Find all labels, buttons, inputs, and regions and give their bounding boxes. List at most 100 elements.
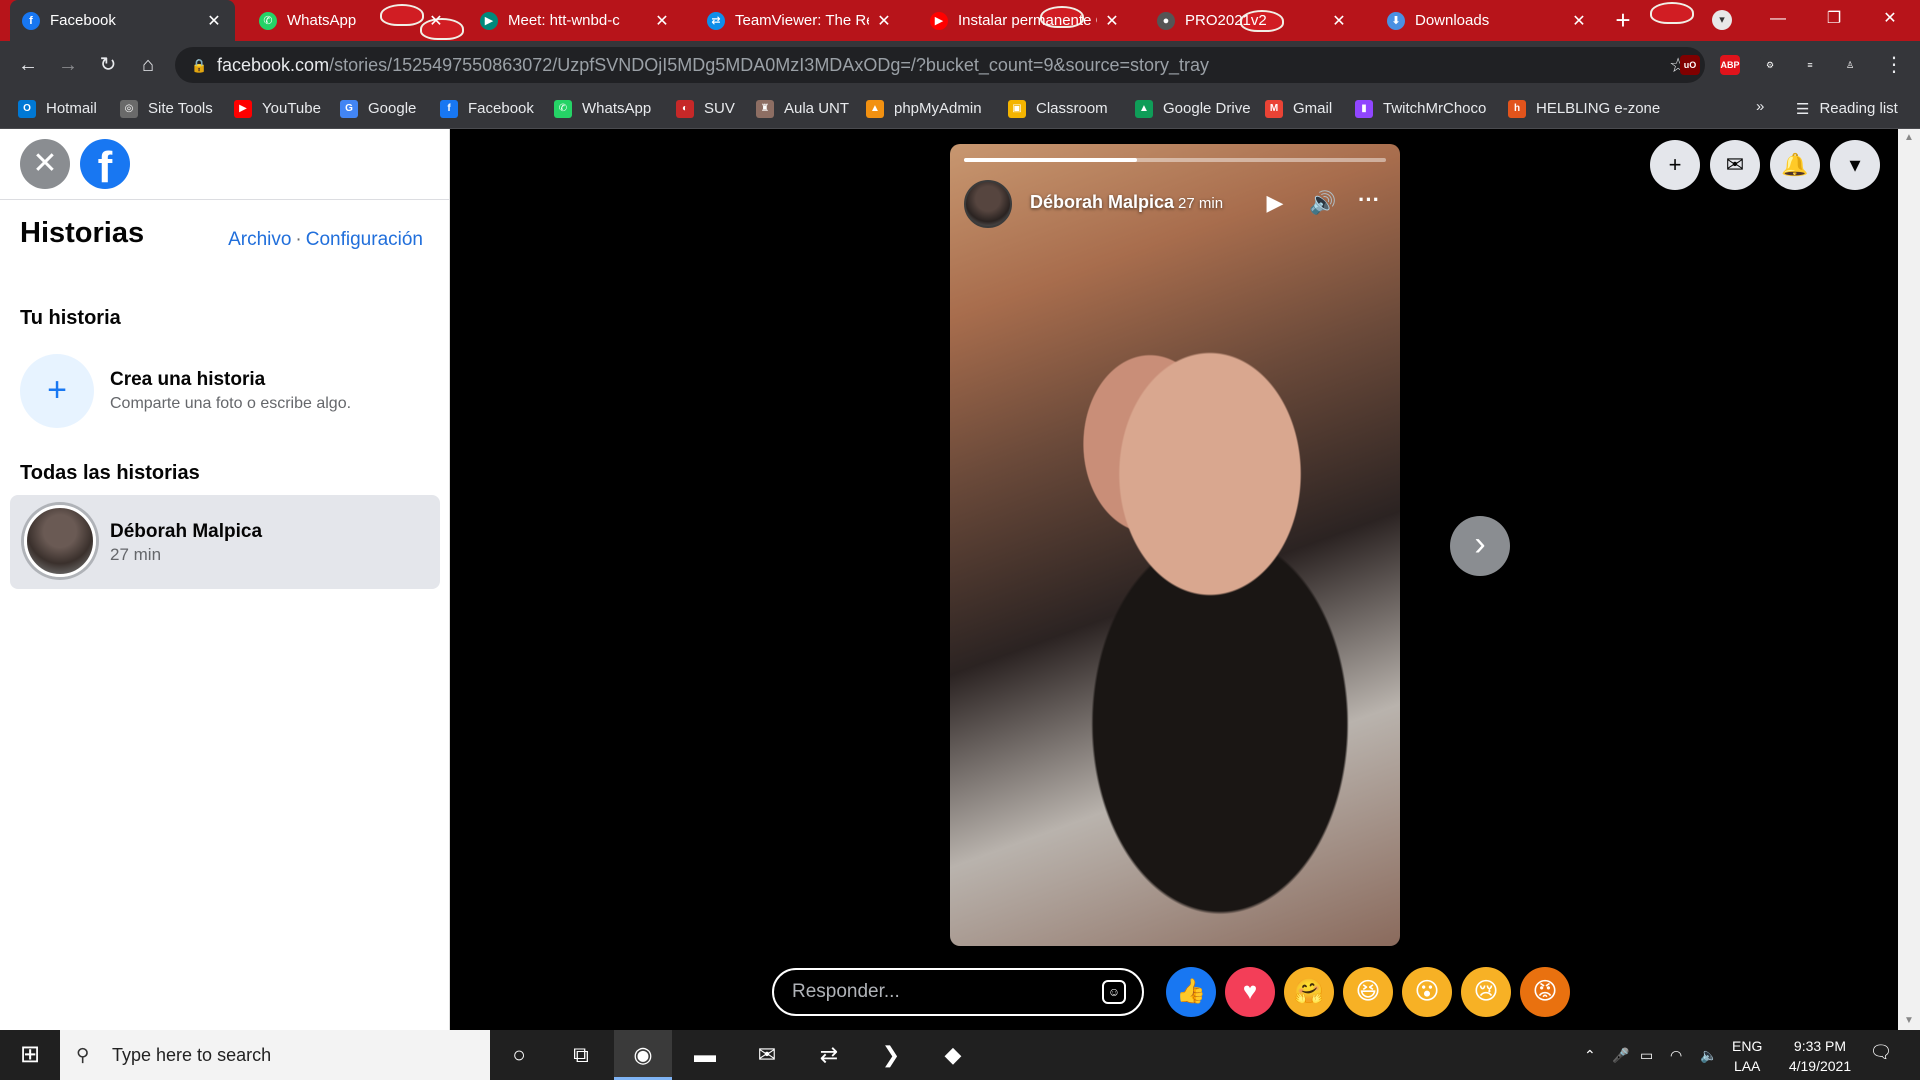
- minimize-button[interactable]: —: [1750, 0, 1806, 41]
- tab-close-icon[interactable]: ✕: [205, 11, 223, 31]
- tab-close-icon[interactable]: ✕: [1103, 11, 1121, 31]
- teamviewer-icon[interactable]: ⇄: [800, 1030, 858, 1080]
- reload-icon[interactable]: ↻: [94, 51, 122, 79]
- haha-reaction[interactable]: 😆: [1343, 967, 1393, 1017]
- speaker-icon[interactable]: 🔈: [1700, 1030, 1717, 1080]
- bookmark-item[interactable]: ▲ Google Drive: [1135, 88, 1251, 129]
- tab-4[interactable]: ▶ Instalar permanente C ✕: [918, 0, 1133, 41]
- bookmark-item[interactable]: M Gmail: [1265, 88, 1332, 129]
- care-reaction[interactable]: 🤗: [1284, 967, 1334, 1017]
- account-menu-chevron-icon[interactable]: ▾: [1830, 140, 1880, 190]
- notes-icon[interactable]: ◆: [924, 1030, 982, 1080]
- file-explorer-icon[interactable]: ▬: [676, 1030, 734, 1080]
- bookmark-item[interactable]: ▮ TwitchMrChoco: [1355, 88, 1486, 129]
- tab-1[interactable]: ✆ WhatsApp ✕: [247, 0, 457, 41]
- create-story-title[interactable]: Crea una historia: [110, 369, 265, 391]
- tab-close-icon[interactable]: ✕: [875, 11, 893, 31]
- bookmark-item[interactable]: ✆ WhatsApp: [554, 88, 651, 129]
- task-view-icon[interactable]: ⧉: [552, 1030, 610, 1080]
- vscode-icon[interactable]: ❯: [862, 1030, 920, 1080]
- tab-close-icon[interactable]: ✕: [427, 11, 445, 31]
- reading-list-button[interactable]: ☰ Reading list: [1796, 88, 1898, 129]
- reply-input[interactable]: Responder... ☺: [772, 968, 1144, 1016]
- vertical-scrollbar[interactable]: ▲ ▼: [1898, 129, 1920, 1030]
- chrome-menu-icon[interactable]: ⋮: [1880, 51, 1908, 79]
- create-story-plus-icon[interactable]: +: [20, 354, 94, 428]
- bookmark-item[interactable]: h HELBLING e-zone: [1508, 88, 1660, 129]
- volume-icon[interactable]: 🔊: [1308, 188, 1338, 218]
- scroll-down-icon[interactable]: ▼: [1904, 1016, 1914, 1026]
- language-indicator[interactable]: ENG LAA: [1732, 1036, 1762, 1076]
- story-card[interactable]: Déborah Malpica 27 min ▶ 🔊 ···: [950, 144, 1400, 946]
- tab-close-icon[interactable]: ✕: [653, 11, 671, 31]
- keyboard-layout: LAA: [1733, 1058, 1761, 1074]
- chrome-icon[interactable]: ◉: [614, 1030, 672, 1080]
- bookmark-item[interactable]: ♜ Aula UNT: [756, 88, 849, 129]
- address-bar[interactable]: 🔒 facebook.com/stories/1525497550863072/…: [175, 47, 1705, 83]
- url-text[interactable]: facebook.com/stories/1525497550863072/Uz…: [217, 55, 1209, 76]
- archive-link[interactable]: Archivo: [228, 229, 291, 250]
- taskbar-search-box[interactable]: ⚲ Type here to search: [60, 1030, 490, 1080]
- like-reaction[interactable]: 👍: [1166, 967, 1216, 1017]
- story-header-author[interactable]: Déborah Malpica 27 min: [1030, 192, 1223, 213]
- tab-0[interactable]: f Facebook ✕: [10, 0, 235, 41]
- extension-icon[interactable]: ABP: [1720, 55, 1740, 75]
- story-list-item[interactable]: Déborah Malpica 27 min: [10, 495, 440, 589]
- bookmark-item[interactable]: O Hotmail: [18, 88, 97, 129]
- bookmark-item[interactable]: ▲ phpMyAdmin: [866, 88, 982, 129]
- bookmark-icon: O: [18, 99, 36, 118]
- scroll-up-icon[interactable]: ▲: [1904, 133, 1914, 143]
- tab-close-icon[interactable]: ✕: [1570, 11, 1588, 31]
- tab-3[interactable]: ⇄ TeamViewer: The Rem ✕: [695, 0, 905, 41]
- sticker-icon[interactable]: ☺: [1102, 980, 1126, 1004]
- close-stories-button[interactable]: ✕: [20, 139, 70, 189]
- action-center-icon[interactable]: 🗨: [1868, 1042, 1894, 1066]
- bookmark-item[interactable]: ▣ Classroom: [1008, 88, 1108, 129]
- sad-reaction[interactable]: 😢: [1461, 967, 1511, 1017]
- microphone-icon[interactable]: 🎤: [1612, 1030, 1629, 1080]
- create-plus-icon[interactable]: +: [1650, 140, 1700, 190]
- messenger-icon[interactable]: ✉: [1710, 140, 1760, 190]
- bookmark-item[interactable]: ▶ YouTube: [234, 88, 321, 129]
- close-window-button[interactable]: ✕: [1862, 0, 1918, 41]
- facebook-logo-icon[interactable]: f: [80, 139, 130, 189]
- restore-button[interactable]: ❐: [1806, 0, 1862, 41]
- settings-link[interactable]: Configuración: [306, 229, 423, 250]
- more-bookmarks-button[interactable]: »: [1756, 98, 1764, 115]
- system-clock[interactable]: 9:33 PM 4/19/2021: [1770, 1036, 1870, 1076]
- tab-6[interactable]: ⬇ Downloads ✕: [1375, 0, 1600, 41]
- mail-icon[interactable]: ✉: [738, 1030, 796, 1080]
- bookmark-item[interactable]: ◐ SUV: [676, 88, 735, 129]
- bookmark-item[interactable]: ◎ Site Tools: [120, 88, 213, 129]
- tab-search-icon[interactable]: ▾: [1712, 10, 1732, 30]
- more-options-icon[interactable]: ···: [1354, 188, 1384, 218]
- extension-icon[interactable]: ⚙: [1760, 55, 1780, 75]
- show-hidden-icons-icon[interactable]: ⌃: [1584, 1030, 1596, 1080]
- back-icon[interactable]: ←: [14, 51, 42, 79]
- extension-icon[interactable]: ♙: [1840, 55, 1860, 75]
- forward-icon[interactable]: →: [54, 51, 82, 79]
- avatar[interactable]: [964, 180, 1012, 228]
- clock-date: 4/19/2021: [1788, 1058, 1852, 1074]
- tab-close-icon[interactable]: ✕: [1330, 11, 1348, 31]
- angry-reaction[interactable]: 😡: [1520, 967, 1570, 1017]
- home-icon[interactable]: ⌂: [134, 51, 162, 79]
- bookmark-icon: G: [340, 99, 358, 118]
- bookmark-item[interactable]: f Facebook: [440, 88, 534, 129]
- new-tab-button[interactable]: +: [1608, 5, 1638, 35]
- windows-start-icon[interactable]: ⊞: [0, 1030, 60, 1080]
- play-icon[interactable]: ▶: [1260, 188, 1290, 218]
- tab-2[interactable]: ▶ Meet: htt-wnbd-c ✕: [468, 0, 683, 41]
- extension-icon[interactable]: uO: [1680, 55, 1700, 75]
- love-reaction[interactable]: ♥: [1225, 967, 1275, 1017]
- wifi-icon[interactable]: ◠: [1670, 1030, 1682, 1080]
- next-story-chevron-icon[interactable]: ›: [1450, 516, 1510, 576]
- lock-icon[interactable]: 🔒: [191, 58, 207, 73]
- wow-reaction[interactable]: 😮: [1402, 967, 1452, 1017]
- battery-icon[interactable]: ▭: [1640, 1030, 1653, 1080]
- cortana-icon[interactable]: ○: [490, 1030, 548, 1080]
- bookmark-item[interactable]: G Google: [340, 88, 416, 129]
- tab-5[interactable]: ● PRO2021v2 ✕: [1145, 0, 1360, 41]
- notifications-bell-icon[interactable]: 🔔: [1770, 140, 1820, 190]
- extension-icon[interactable]: ≡: [1800, 55, 1820, 75]
